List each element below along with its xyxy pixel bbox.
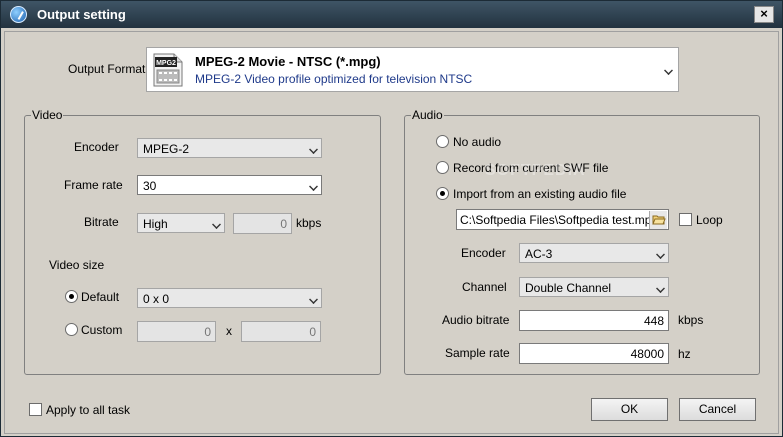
channel-select[interactable]: Double Channel [519,277,669,297]
sample-rate-field[interactable]: 48000 [519,343,669,364]
cancel-button[interactable]: Cancel [679,398,756,421]
loop-checkbox[interactable] [679,213,692,226]
sample-rate-label: Sample rate [445,346,510,360]
audio-file-path-field[interactable]: C:\Softpedia Files\Softpedia test.mp3 [456,209,669,230]
chevron-down-icon [656,250,665,259]
sample-rate-value: 48000 [630,347,664,361]
output-format-description: MPEG-2 Video profile optimized for telev… [195,72,473,86]
video-group: Video Encoder MPEG-2 Frame rate 30 Bitra… [24,108,381,375]
channel-value: Double Channel [525,281,612,295]
audio-encoder-select[interactable]: AC-3 [519,243,669,263]
apply-all-checkbox[interactable] [29,403,42,416]
svg-text:MPG2: MPG2 [156,60,176,67]
folder-open-icon [652,215,666,225]
video-size-label: Video size [49,258,105,272]
audio-bitrate-label: Audio bitrate [442,313,510,327]
channel-label: Channel [462,280,507,294]
bitrate-label: Bitrate [84,215,119,229]
output-format-label: Output Format [68,62,146,76]
video-encoder-label: Encoder [74,140,119,154]
output-setting-dialog: Output setting × Output Format MPG2 MPEG… [0,0,783,437]
chevron-down-icon [309,182,318,191]
close-button[interactable]: × [754,6,774,23]
video-encoder-select[interactable]: MPEG-2 [137,138,322,158]
mpeg-file-icon: MPG2 [153,53,183,87]
window-title: Output setting [37,7,126,22]
custom-size-radio[interactable] [65,323,78,336]
default-size-label[interactable]: Default [81,290,119,304]
no-audio-radio[interactable] [436,135,449,148]
chevron-down-icon [656,284,665,293]
chevron-down-icon [309,145,318,154]
bitrate-number-field[interactable]: 0 [233,213,292,234]
watermark: SOFTPEDIA [485,162,586,179]
video-group-title: Video [31,108,64,122]
bitrate-value: High [143,217,168,231]
frame-rate-label: Frame rate [64,178,123,192]
video-encoder-value: MPEG-2 [143,142,190,156]
chevron-down-icon [664,66,673,75]
bitrate-select[interactable]: High [137,213,225,233]
record-swf-radio[interactable] [436,161,449,174]
chevron-down-icon [309,295,318,304]
custom-height-field[interactable]: 0 [241,321,321,342]
output-format-name: MPEG-2 Movie - NTSC (*.mpg) [195,54,381,69]
chevron-down-icon [212,220,221,229]
audio-encoder-value: AC-3 [525,247,553,261]
bitrate-unit: kbps [296,216,322,230]
title-bar[interactable]: Output setting × [1,1,782,28]
custom-height-value: 0 [309,325,316,339]
apply-all-label[interactable]: Apply to all task [46,403,130,417]
default-size-value: 0 x 0 [143,292,170,306]
default-size-select[interactable]: 0 x 0 [137,288,322,308]
dialog-client-area: Output Format MPG2 MPEG-2 Movie - NTSC (… [4,31,779,434]
custom-width-value: 0 [204,325,211,339]
import-audio-radio[interactable] [436,187,449,200]
app-icon [10,6,27,23]
bitrate-number-value: 0 [280,217,287,231]
audio-bitrate-value: 448 [643,314,664,328]
audio-group-title: Audio [411,108,444,122]
sample-rate-unit: hz [678,347,691,361]
no-audio-label[interactable]: No audio [453,135,501,149]
frame-rate-select[interactable]: 30 [137,175,322,195]
ok-button[interactable]: OK [591,398,668,421]
custom-size-separator: x [226,324,232,338]
default-size-radio[interactable] [65,290,78,303]
audio-bitrate-field[interactable]: 448 [519,310,669,331]
audio-file-path-value: C:\Softpedia Files\Softpedia test.mp3 [460,213,659,227]
output-format-select[interactable]: MPG2 MPEG-2 Movie - NTSC (*.mpg) MPEG-2 … [146,47,679,92]
custom-width-field[interactable]: 0 [137,321,216,342]
frame-rate-value: 30 [143,179,157,193]
audio-encoder-label: Encoder [461,246,506,260]
audio-group: Audio No audio Record from current SWF f… [404,108,760,375]
import-audio-label[interactable]: Import from an existing audio file [453,187,626,201]
browse-folder-button[interactable] [649,211,667,229]
loop-label[interactable]: Loop [696,213,723,227]
audio-bitrate-unit: kbps [678,313,704,327]
output-format-dropdown[interactable] [660,60,676,80]
custom-size-label[interactable]: Custom [81,323,122,337]
